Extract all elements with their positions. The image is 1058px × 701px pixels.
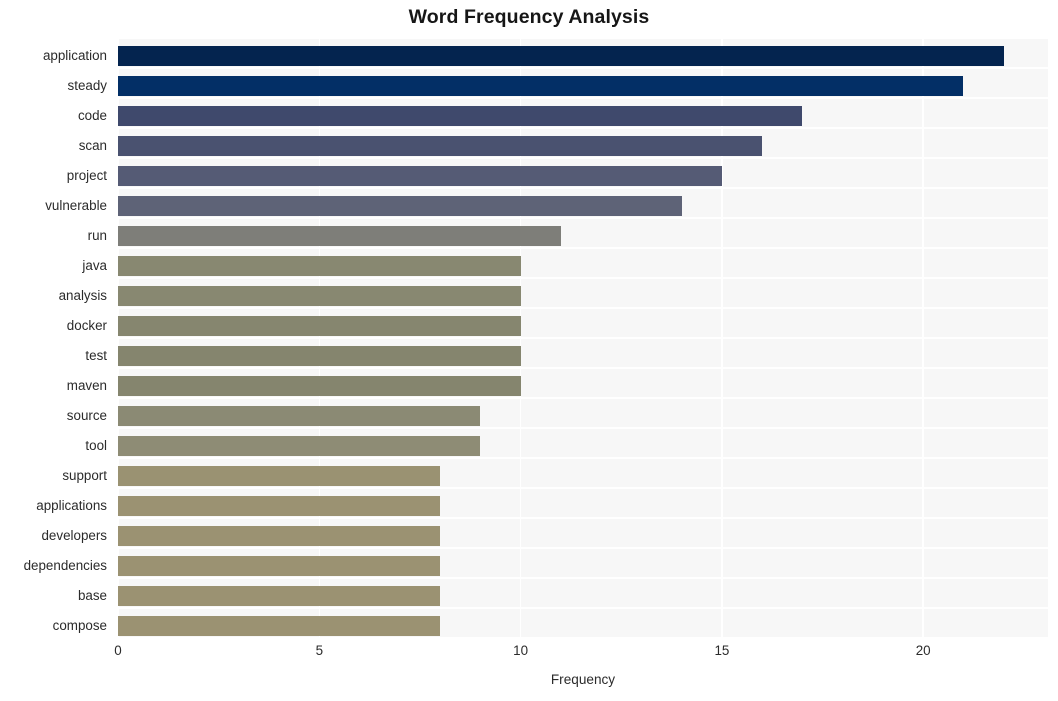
word-frequency-chart-figure: Word Frequency Analysis application stead… [0,0,1058,701]
gridline-row [118,187,1048,189]
bar-code[interactable] [118,105,803,126]
bar-support[interactable] [118,465,441,486]
bar-run[interactable] [118,225,561,246]
gridline-row [118,97,1048,99]
gridline-row [118,487,1048,489]
gridline-row [118,367,1048,369]
x-tick-label-0: 0 [114,643,122,658]
bar-maven[interactable] [118,375,521,396]
bar-applications[interactable] [118,495,441,516]
bar-source[interactable] [118,405,481,426]
gridline-row [118,427,1048,429]
bar-tool[interactable] [118,435,481,456]
bar-base[interactable] [118,585,441,606]
bar-application[interactable] [118,45,1004,66]
y-tick-label-source: source [66,407,107,423]
gridline-row [118,307,1048,309]
y-tick-label-test: test [85,347,107,363]
y-tick-label-analysis: analysis [58,287,107,303]
y-tick-label-developers: developers [41,527,107,543]
y-tick-label-maven: maven [66,377,107,393]
y-tick-label-java: java [82,257,107,273]
y-tick-label-dependencies: dependencies [23,557,107,573]
y-tick-label-project: project [66,167,107,183]
gridline-row [118,217,1048,219]
bar-analysis[interactable] [118,285,521,306]
bar-test[interactable] [118,345,521,366]
x-tick-label-10: 10 [513,643,529,658]
bar-docker[interactable] [118,315,521,336]
gridline-row [118,577,1048,579]
x-axis-tick-labels: 0 5 10 15 20 [0,643,1058,665]
y-tick-label-tool: tool [85,437,107,453]
y-tick-label-base: base [77,587,107,603]
gridline-row [118,547,1048,549]
y-tick-label-scan: scan [78,137,107,153]
y-tick-label-applications: applications [36,497,107,513]
chart-title: Word Frequency Analysis [408,6,650,28]
plot-area [118,38,1048,638]
y-tick-label-run: run [87,227,107,243]
y-axis-tick-labels: application steady code scan project vulnerab… [0,38,112,638]
bar-scan[interactable] [118,135,763,156]
x-tick-label-20: 20 [915,643,931,658]
y-tick-label-support: support [62,467,107,483]
y-tick-label-application: application [42,47,107,63]
y-tick-label-compose: compose [52,617,107,633]
y-tick-label-code: code [77,107,107,123]
gridline-row [118,637,1048,638]
bar-java[interactable] [118,255,521,276]
gridline-row [118,67,1048,69]
gridline-row [118,337,1048,339]
gridline-row [118,157,1048,159]
gridline-row [118,607,1048,609]
gridline-row [118,277,1048,279]
x-tick-label-5: 5 [315,643,324,658]
y-tick-label-docker: docker [66,317,107,333]
bar-project[interactable] [118,165,722,186]
x-axis-label: Frequency [550,672,616,687]
bar-developers[interactable] [118,525,441,546]
bar-steady[interactable] [118,75,964,96]
gridline-row [118,457,1048,459]
gridline-row [118,397,1048,399]
bar-compose[interactable] [118,615,441,636]
y-tick-label-vulnerable: vulnerable [45,197,107,213]
gridline-row [118,38,1048,39]
bar-dependencies[interactable] [118,555,441,576]
gridline-row [118,127,1048,129]
x-tick-label-15: 15 [714,643,730,658]
gridline-row [118,517,1048,519]
bar-vulnerable[interactable] [118,195,682,216]
gridline-row [118,247,1048,249]
y-tick-label-steady: steady [67,77,107,93]
